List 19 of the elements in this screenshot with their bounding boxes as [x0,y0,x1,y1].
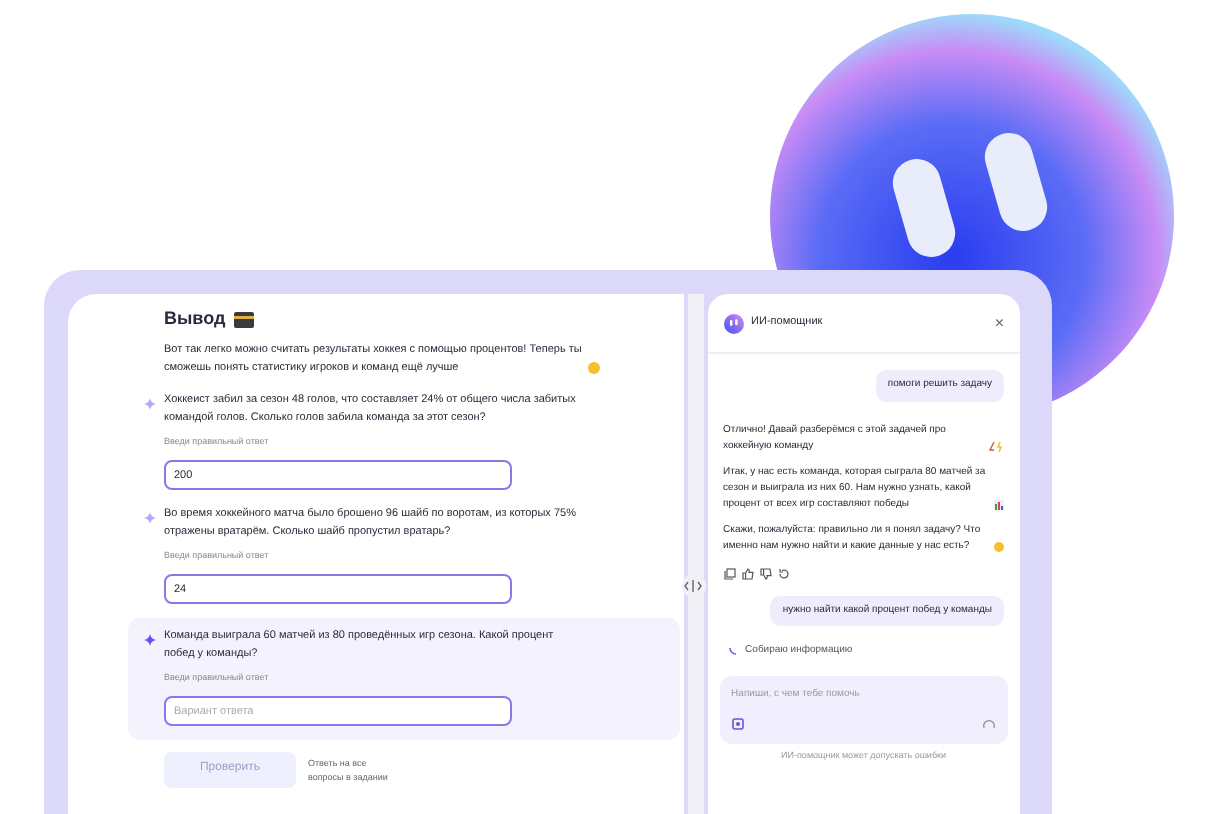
retry-icon[interactable] [777,567,790,579]
bar-chart-icon [994,499,1004,509]
thumbs-down-icon[interactable] [759,567,772,579]
close-button[interactable]: × [994,315,1004,331]
spinner-icon [727,646,738,657]
sparkle-icon [144,633,156,645]
lesson-heading: Вывод [164,306,226,332]
sparkle-icon [144,511,156,523]
wink-emoji-icon [588,361,600,373]
copy-icon[interactable] [723,567,736,579]
resize-arrows-icon [684,580,703,592]
smile-emoji-icon [994,541,1004,551]
assistant-avatar-icon [723,313,744,333]
loading-icon [982,717,996,731]
hockey-stick-icon [988,441,1004,451]
thumbs-up-icon[interactable] [741,567,754,579]
card-icon [233,311,254,328]
sparkle-icon [144,397,156,409]
image-icon[interactable] [731,718,744,730]
